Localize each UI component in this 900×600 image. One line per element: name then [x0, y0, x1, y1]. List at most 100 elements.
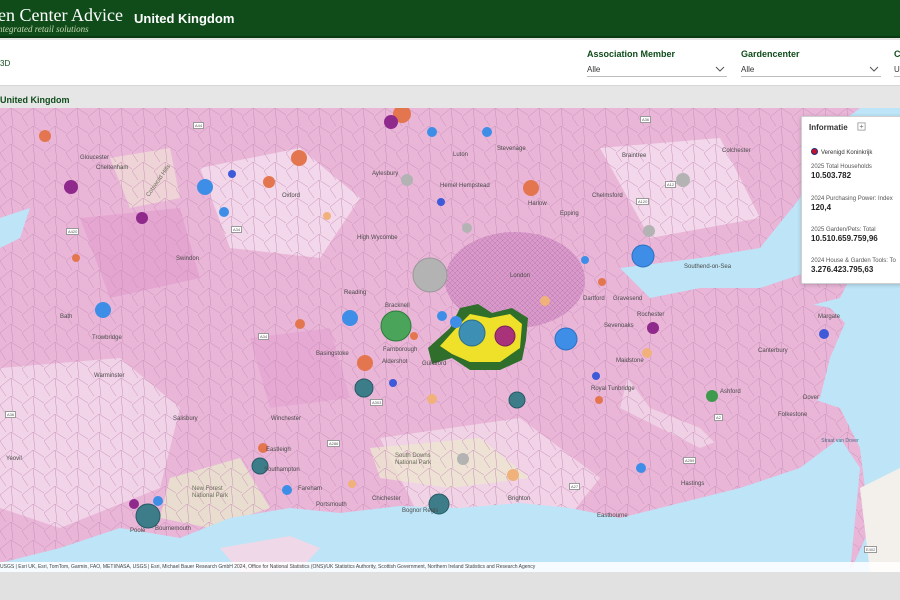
place-label: Aldershot [382, 359, 408, 365]
store-marker [323, 212, 331, 220]
store-marker [437, 198, 445, 206]
place-label: Canterbury [758, 348, 788, 354]
gardencenter-select[interactable]: Alle [741, 62, 881, 77]
place-label: Yeovil [6, 456, 22, 462]
road-shield: A2 [714, 414, 723, 421]
store-marker [494, 325, 516, 347]
place-label: High Wycombe [357, 235, 398, 241]
road-shield: A36 [640, 116, 652, 123]
store-marker [354, 378, 374, 398]
road-shield: A34 [258, 333, 270, 340]
metric-label: 2025 Total Households [811, 164, 872, 170]
metric-label: 2025 Garden/Pets: Total [811, 227, 876, 233]
place-label: Bognor Regis [402, 508, 439, 514]
place-label: Hemel Hempstead [440, 183, 490, 189]
place-label: Southend-on-Sea [684, 264, 732, 270]
place-label: Ashford [720, 389, 741, 395]
place-label: Swindon [176, 256, 200, 262]
store-marker [427, 394, 437, 404]
store-marker [197, 179, 213, 195]
store-marker [282, 485, 292, 495]
metric-households: 2025 Total Households 10.503.782 [811, 164, 872, 180]
store-marker [598, 278, 606, 286]
store-marker [643, 225, 655, 237]
place-label: London [510, 273, 531, 279]
store-marker [706, 390, 718, 402]
place-label: Luton [453, 152, 469, 158]
store-marker [291, 150, 307, 166]
country-name: Verenigd Koninkrijk [821, 150, 873, 156]
place-label: Gloucester [80, 155, 110, 161]
map-attribution: USGS | Esri UK, Esri, TomTom, Garmin, FA… [0, 562, 900, 572]
store-marker [135, 503, 161, 529]
place-label: Eastleigh [266, 447, 291, 453]
store-marker [219, 207, 229, 217]
association-member-select[interactable]: Alle [587, 62, 727, 77]
view-mode-label[interactable]: 3D [0, 59, 10, 68]
park-label: South Downs National Park [395, 453, 432, 466]
metric-value: 10.503.782 [811, 171, 852, 180]
store-marker [410, 332, 418, 340]
place-label: Epping [560, 211, 579, 217]
filter-association-member: Association Member Alle [587, 49, 727, 77]
map-canvas[interactable] [0, 108, 900, 572]
store-marker [676, 173, 690, 187]
uk-flag-icon [811, 148, 818, 155]
focus-mode-icon[interactable] [857, 122, 866, 131]
store-marker [462, 223, 472, 233]
store-marker [631, 244, 655, 268]
chevron-down-icon [715, 66, 725, 72]
select-value: U [894, 65, 900, 74]
store-marker [819, 329, 829, 339]
place-label: Reading [344, 290, 367, 296]
road-shield: A44 [193, 122, 205, 129]
road-shield: A27 [569, 483, 581, 490]
store-marker [523, 180, 539, 196]
place-label: Colchester [722, 148, 751, 154]
place-label: Poole [130, 528, 146, 534]
place-label: Chelmsford [592, 193, 623, 199]
road-shield: A286 [327, 440, 341, 447]
place-label: Oxford [282, 193, 301, 199]
store-marker [412, 257, 448, 293]
store-marker [450, 316, 462, 328]
place-label: Warminster [94, 373, 125, 379]
place-label: Southampton [264, 467, 300, 473]
store-marker [507, 469, 519, 481]
place-label: Royal Tunbridge [591, 386, 635, 392]
place-label: Gravesend [613, 296, 643, 302]
store-marker [554, 327, 578, 351]
bottom-bar [0, 572, 900, 600]
info-panel-title: Informatie [809, 123, 848, 132]
select-value: Alle [587, 65, 601, 74]
map-view[interactable]: Gloucester Cheltenham Oxford Aylesbury H… [0, 108, 900, 572]
store-marker [342, 310, 358, 326]
road-shield: A420 [66, 228, 80, 235]
store-marker [427, 127, 437, 137]
road-shield: A259 [683, 457, 697, 464]
place-label: Trowbridge [92, 335, 122, 341]
filter-label: Gardencenter [741, 49, 800, 59]
store-marker [263, 176, 275, 188]
store-marker [457, 453, 469, 465]
place-label: Farnborough [383, 347, 418, 353]
country-select[interactable]: U [894, 62, 900, 77]
store-marker [72, 254, 80, 262]
place-label: Bournemouth [155, 526, 192, 532]
info-country: Verenigd Koninkrijk [811, 148, 872, 156]
place-label: Stevenage [497, 146, 526, 152]
store-marker [540, 296, 550, 306]
place-label: Harlow [528, 201, 547, 207]
store-marker [642, 348, 652, 358]
store-marker [64, 180, 78, 194]
place-label: Dover [803, 395, 820, 401]
filter-bar: 3D Association Member Alle Gardencenter … [0, 40, 900, 86]
store-marker [348, 480, 356, 488]
place-label: Brighton [508, 496, 531, 502]
store-marker [228, 170, 236, 178]
metric-house-garden-tools: 2024 House & Garden Tools: To 3.276.423.… [811, 258, 896, 274]
map-title: United Kingdom [0, 95, 70, 105]
filter-country: Co U [894, 49, 900, 77]
road-shield: A12 [665, 181, 677, 188]
park-label: New Forest National Park [192, 486, 229, 499]
